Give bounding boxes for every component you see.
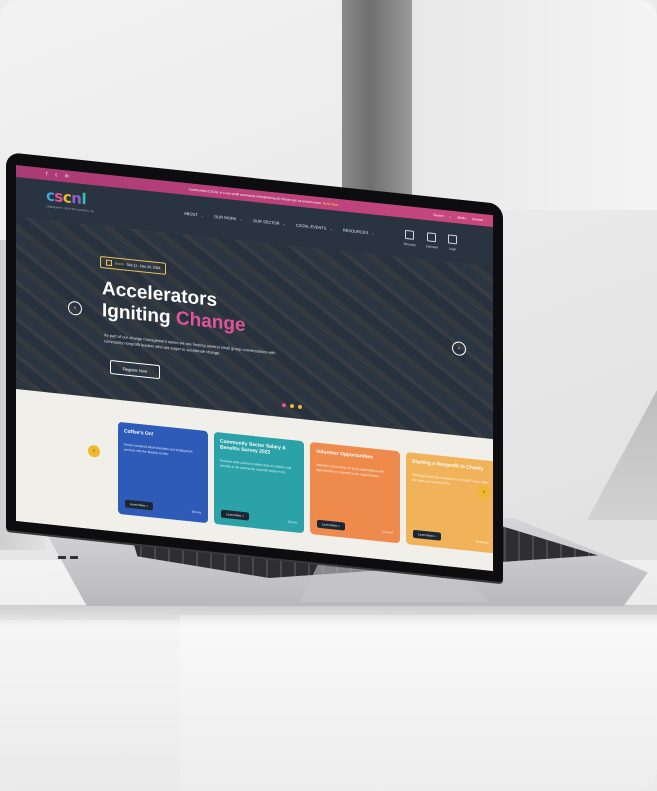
social-links: f t in xyxy=(46,171,69,179)
laptop-port xyxy=(70,556,78,559)
card-tag: Survey xyxy=(191,509,201,515)
chevron-left-icon: ‹ xyxy=(74,305,76,312)
learn-more-button[interactable]: Learn More » xyxy=(221,509,249,521)
linkedin-icon[interactable]: in xyxy=(65,173,69,179)
login-link[interactable]: Login xyxy=(448,234,457,251)
cards-prev-button[interactable]: ‹ xyxy=(88,444,100,458)
chevron-right-icon: › xyxy=(483,489,485,496)
cards-row: Coffee's On! Person-centered adult educa… xyxy=(118,421,493,554)
laptop-screen-bezel: f t in Communities CSCNL is a non-profit… xyxy=(6,152,503,583)
chevron-left-icon: ‹ xyxy=(93,448,95,455)
directory-link[interactable]: Directory xyxy=(404,229,416,247)
card-starting-nonprofit[interactable]: Starting a Nonprofit in Charity Thinking… xyxy=(406,452,493,554)
background-wall xyxy=(412,0,657,210)
login-icon xyxy=(448,234,457,245)
chevron-down-icon: ⌄ xyxy=(200,212,205,218)
card-tag: General xyxy=(382,529,393,535)
carousel-next-button[interactable]: › xyxy=(452,340,466,357)
announcement-link[interactable]: Read More xyxy=(323,201,339,207)
learn-more-button[interactable]: Learn More » xyxy=(125,499,153,511)
calendar-link[interactable]: Calendar xyxy=(426,232,438,249)
carousel-dot[interactable] xyxy=(282,403,286,408)
card-coffees-on[interactable]: Coffee's On! Person-centered adult educa… xyxy=(118,421,208,524)
main-nav: ABOUT ⌄ OUR WORK ⌄ OUR SECTOR ⌄ CSCNL EVENT… xyxy=(184,211,375,236)
search-icon[interactable]: ⌕ xyxy=(450,215,452,219)
cards-next-button[interactable]: › xyxy=(478,485,490,499)
carousel-dots xyxy=(282,403,302,410)
learn-more-button[interactable]: Learn More » xyxy=(413,529,441,541)
register-now-button[interactable]: Register Now xyxy=(110,359,160,380)
chevron-down-icon: ⌄ xyxy=(371,230,375,236)
card-tag: Resource xyxy=(476,539,489,545)
chevron-down-icon: ⌄ xyxy=(239,216,243,222)
card-volunteer[interactable]: Volunteer Opportunities Volunteer connec… xyxy=(310,441,400,544)
media-link[interactable]: Media xyxy=(457,215,466,220)
pedestal-left-front xyxy=(0,620,200,791)
search-link[interactable]: Search xyxy=(433,213,443,218)
card-tag: Survey xyxy=(287,519,297,525)
carousel-dot[interactable] xyxy=(290,403,294,409)
chevron-right-icon: › xyxy=(458,345,460,352)
chevron-down-icon: ⌄ xyxy=(282,221,286,227)
contact-link[interactable]: Contact xyxy=(472,217,483,222)
calendar-icon xyxy=(106,259,112,267)
pedestal-front xyxy=(180,615,657,791)
carousel-dot[interactable] xyxy=(298,404,302,410)
card-salary-survey[interactable]: Community Sector Salary & Benefits Surve… xyxy=(214,431,304,534)
directory-icon xyxy=(405,229,415,240)
nav-item-events[interactable]: CSCNL EVENTS ⌄ xyxy=(296,222,333,231)
quick-links: Directory Calendar Login xyxy=(404,229,457,252)
background-right-block xyxy=(587,390,657,520)
nav-item-resources[interactable]: RESOURCES ⌄ xyxy=(343,227,375,235)
nav-item-about[interactable]: ABOUT ⌄ xyxy=(184,211,204,218)
pedestal-edge-shadow xyxy=(0,605,657,627)
laptop-port xyxy=(58,556,66,559)
nav-item-our-work[interactable]: OUR WORK ⌄ xyxy=(214,214,243,222)
calendar-icon xyxy=(427,232,437,243)
event-badge: Event Dec 11 - Dec 20, 2022 xyxy=(100,255,167,275)
carousel-prev-button[interactable]: ‹ xyxy=(68,300,82,316)
nav-item-our-sector[interactable]: OUR SECTOR ⌄ xyxy=(253,218,286,226)
twitter-icon[interactable]: t xyxy=(55,172,56,178)
learn-more-button[interactable]: Learn More » xyxy=(317,519,345,531)
chevron-down-icon: ⌄ xyxy=(329,225,333,232)
photo-background: f t in Communities CSCNL is a non-profit… xyxy=(0,0,657,791)
background-pillar xyxy=(342,0,412,200)
hero-title: Accelerators Igniting Change xyxy=(102,278,246,337)
website-screen: f t in Communities CSCNL is a non-profit… xyxy=(16,165,493,572)
facebook-icon[interactable]: f xyxy=(46,171,47,177)
hero-description: As part of our change management series … xyxy=(104,332,276,356)
